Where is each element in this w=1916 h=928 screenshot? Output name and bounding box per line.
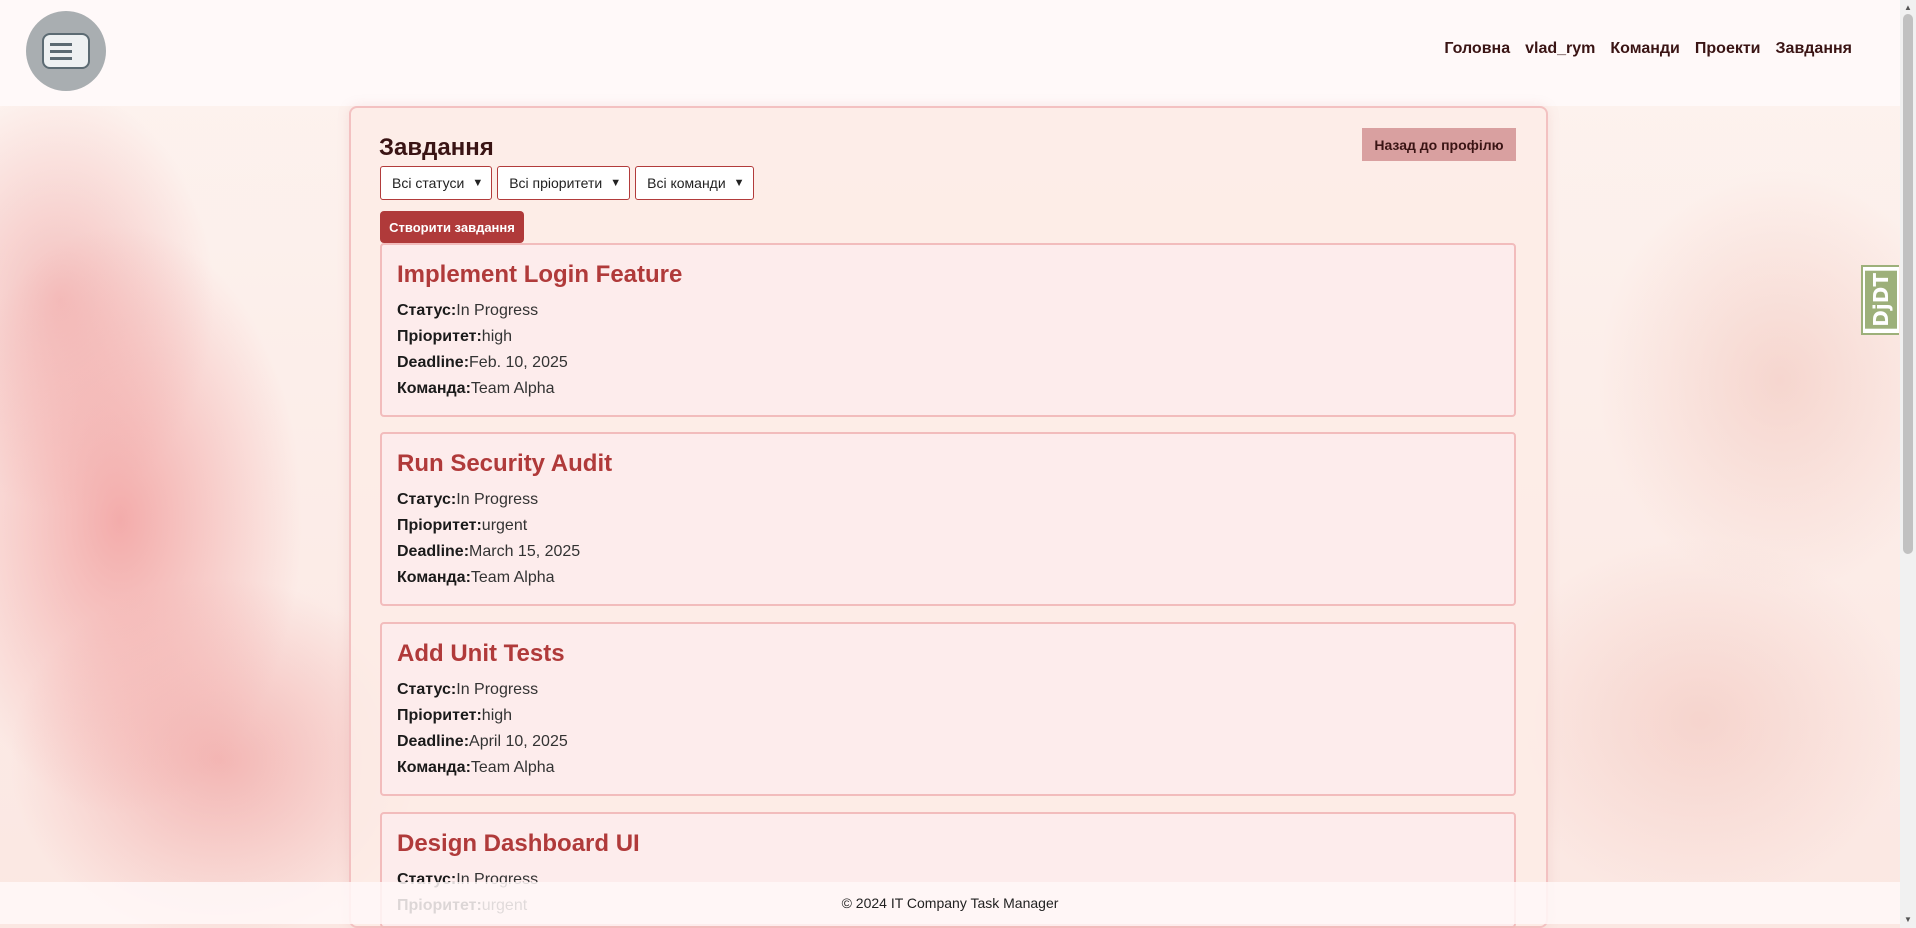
- task-card[interactable]: Add Unit Tests Статус:In Progress Пріори…: [380, 622, 1516, 796]
- debug-toolbar-label: DjDT: [1865, 271, 1897, 329]
- filter-bar: Всі статуси ▼ Всі пріоритети ▼ Всі коман…: [380, 166, 754, 200]
- scroll-up-icon[interactable]: ▲: [1903, 2, 1913, 12]
- laptop-icon: [42, 33, 90, 69]
- debug-toolbar-handle[interactable]: DjDT: [1861, 265, 1899, 335]
- nav-user[interactable]: vlad_rym: [1525, 40, 1595, 58]
- task-deadline: Deadline:Feb. 10, 2025: [397, 354, 568, 371]
- task-status: Статус:In Progress: [397, 681, 539, 698]
- team-filter-select[interactable]: Всі команди ▼: [635, 166, 754, 200]
- status-filter-select[interactable]: Всі статуси ▼: [380, 166, 493, 200]
- task-card[interactable]: Run Security Audit Статус:In Progress Пр…: [380, 432, 1516, 606]
- task-status: Статус:In Progress: [397, 302, 539, 319]
- chevron-down-icon: ▼: [733, 177, 745, 189]
- task-priority: Пріоритет:high: [397, 707, 513, 724]
- page-title: Завдання: [379, 134, 494, 161]
- task-title[interactable]: Add Unit Tests: [397, 640, 1514, 668]
- task-team: Команда:Team Alpha: [397, 759, 555, 776]
- nav-tasks[interactable]: Завдання: [1776, 40, 1852, 58]
- scroll-down-icon[interactable]: ▼: [1903, 914, 1913, 924]
- task-priority: Пріоритет:high: [397, 328, 513, 345]
- task-deadline: Deadline:March 15, 2025: [397, 543, 581, 560]
- task-priority: Пріоритет:urgent: [397, 517, 528, 534]
- scrollbar-thumb[interactable]: [1903, 14, 1913, 554]
- task-team: Команда:Team Alpha: [397, 380, 555, 397]
- task-card[interactable]: Implement Login Feature Статус:In Progre…: [380, 243, 1516, 417]
- nav-teams[interactable]: Команди: [1610, 40, 1680, 58]
- main-nav: Головна vlad_rym Команди Проекти Завданн…: [1444, 40, 1852, 58]
- chevron-down-icon: ▼: [610, 177, 622, 189]
- status-filter-value: Всі статуси: [392, 175, 465, 191]
- chevron-down-icon: ▼: [472, 177, 484, 189]
- priority-filter-select[interactable]: Всі пріоритети ▼: [497, 166, 631, 200]
- create-task-button[interactable]: Створити завдання: [380, 211, 524, 243]
- task-title[interactable]: Design Dashboard UI: [397, 830, 1514, 858]
- task-status: Статус:In Progress: [397, 491, 539, 508]
- nav-projects[interactable]: Проекти: [1695, 40, 1761, 58]
- team-filter-value: Всі команди: [647, 175, 726, 191]
- task-team: Команда:Team Alpha: [397, 569, 555, 586]
- footer-copyright: © 2024 IT Company Task Manager: [841, 895, 1059, 911]
- logo[interactable]: [26, 11, 106, 91]
- site-footer: © 2024 IT Company Task Manager: [0, 882, 1900, 924]
- task-title[interactable]: Run Security Audit: [397, 450, 1514, 478]
- nav-home[interactable]: Головна: [1444, 40, 1510, 58]
- task-deadline: Deadline:April 10, 2025: [397, 733, 568, 750]
- site-header: Головна vlad_rym Команди Проекти Завданн…: [0, 0, 1900, 106]
- back-to-profile-button[interactable]: Назад до профілю: [1362, 128, 1516, 161]
- task-title[interactable]: Implement Login Feature: [397, 261, 1514, 289]
- priority-filter-value: Всі пріоритети: [509, 175, 603, 191]
